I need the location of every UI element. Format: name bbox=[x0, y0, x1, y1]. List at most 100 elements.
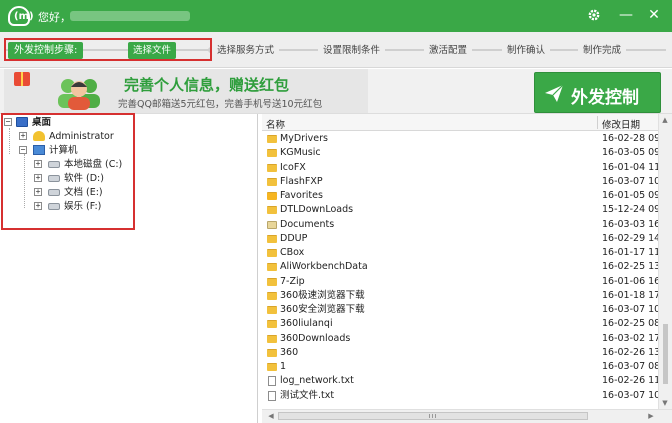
file-name: 360liulanqi bbox=[280, 318, 333, 330]
vertical-scroll-thumb[interactable] bbox=[663, 324, 668, 384]
outbound-control-button[interactable]: 外发控制 bbox=[534, 72, 661, 113]
text-file-icon bbox=[268, 390, 276, 401]
column-header-name[interactable]: 名称 bbox=[266, 117, 285, 131]
file-list-row[interactable]: KGMusic 16-03-05 09: bbox=[262, 146, 658, 160]
paper-plane-icon bbox=[545, 84, 564, 102]
close-button[interactable]: ✕ bbox=[642, 4, 666, 26]
file-modified-date: 16-02-26 13: bbox=[602, 346, 658, 358]
file-name: 7-Zip bbox=[280, 275, 305, 287]
file-list-row[interactable]: 1 16-03-07 08: bbox=[262, 360, 658, 374]
file-list-row[interactable]: 360安全浏览器下载 16-03-07 10: bbox=[262, 303, 658, 317]
documents-folder-icon bbox=[267, 220, 277, 229]
file-modified-date: 16-01-05 09: bbox=[602, 190, 658, 201]
file-modified-date: 16-01-17 11: bbox=[602, 247, 658, 258]
folder-icon bbox=[267, 149, 277, 158]
file-list-header: 名称 修改日期 bbox=[262, 114, 658, 131]
file-modified-date: 16-03-07 08: bbox=[602, 361, 658, 372]
file-list-row[interactable]: CBox 16-01-17 11: bbox=[262, 246, 658, 260]
file-name: AliWorkbenchData bbox=[280, 261, 368, 273]
folder-icon bbox=[267, 291, 277, 300]
scroll-down-arrow-icon[interactable]: ▼ bbox=[658, 397, 672, 409]
horizontal-scroll-thumb[interactable] bbox=[278, 412, 588, 420]
file-list-row[interactable]: Favorites 16-01-05 09: bbox=[262, 189, 658, 203]
file-name: DTLDownLoads bbox=[280, 204, 354, 216]
file-list-row[interactable]: Documents 16-03-03 16: bbox=[262, 218, 658, 232]
column-header-date[interactable]: 修改日期 bbox=[602, 117, 640, 131]
file-modified-date: 16-02-25 08: bbox=[602, 318, 658, 330]
folder-icon bbox=[267, 263, 277, 272]
folder-icon bbox=[267, 348, 277, 357]
minimize-button[interactable]: — bbox=[614, 4, 638, 26]
file-modified-date: 16-03-02 17: bbox=[602, 332, 658, 344]
file-list-row[interactable]: 360 16-02-26 13: bbox=[262, 346, 658, 360]
step-set-limits[interactable]: 设置限制条件 bbox=[318, 42, 386, 59]
step-activate-config[interactable]: 激活配置 bbox=[424, 42, 473, 59]
file-name: CBox bbox=[280, 247, 305, 258]
file-list-row[interactable]: 7-Zip 16-01-06 16: bbox=[262, 275, 658, 289]
folder-icon bbox=[267, 306, 277, 314]
file-list-pane: 名称 修改日期 MyDrivers 16-02-28 09: KGMusic 16-0… bbox=[262, 114, 672, 423]
banner-title: 完善个人信息，赠送红包 bbox=[124, 76, 290, 94]
scroll-left-arrow-icon[interactable]: ◀ bbox=[264, 410, 278, 422]
file-name: log_network.txt bbox=[280, 375, 354, 387]
file-list-row[interactable]: 测试文件.txt 16-03-07 10: bbox=[262, 389, 658, 403]
column-divider[interactable] bbox=[597, 116, 598, 129]
file-name: Documents bbox=[280, 218, 335, 230]
file-name: 360极速浏览器下载 bbox=[280, 289, 365, 301]
file-modified-date: 16-03-07 10: bbox=[602, 389, 658, 401]
file-list-row[interactable]: 360Downloads 16-03-02 17: bbox=[262, 332, 658, 346]
file-modified-date: 16-03-05 09: bbox=[602, 147, 658, 159]
file-modified-date: 16-03-07 10: bbox=[602, 175, 658, 187]
step-select-service[interactable]: 选择服务方式 bbox=[212, 42, 280, 59]
app-logo-icon: (m) bbox=[8, 6, 34, 26]
file-list-row[interactable]: MyDrivers 16-02-28 09: bbox=[262, 132, 658, 146]
folder-icon bbox=[267, 363, 277, 371]
promo-ad[interactable]: 完善个人信息，赠送红包 完善QQ邮箱送5元红包，完善手机号送10元红包 bbox=[4, 69, 368, 113]
greeting-text: 您好， bbox=[38, 11, 71, 24]
file-name: IcoFX bbox=[280, 161, 306, 173]
folder-icon bbox=[267, 277, 277, 286]
step-confirm[interactable]: 制作确认 bbox=[502, 42, 551, 59]
folder-icon bbox=[267, 249, 277, 257]
file-list-row[interactable]: FlashFXP 16-03-07 10: bbox=[262, 175, 658, 189]
file-name: DDUP bbox=[280, 232, 308, 244]
file-modified-date: 16-01-04 11: bbox=[602, 161, 658, 173]
file-name: FlashFXP bbox=[280, 175, 323, 187]
folder-icon bbox=[267, 234, 277, 243]
outbound-control-label: 外发控制 bbox=[571, 88, 639, 108]
file-modified-date: 16-02-26 11: bbox=[602, 375, 658, 387]
file-modified-date: 16-02-28 09: bbox=[602, 133, 658, 144]
file-modified-date: 16-03-07 10: bbox=[602, 304, 658, 315]
scroll-right-arrow-icon[interactable]: ▶ bbox=[644, 410, 658, 422]
file-list-row[interactable]: 360liulanqi 16-02-25 08: bbox=[262, 317, 658, 331]
scroll-grip bbox=[429, 414, 430, 418]
file-name: 360Downloads bbox=[280, 332, 351, 344]
text-file-icon bbox=[268, 376, 276, 387]
file-list-row[interactable]: DTLDownLoads 15-12-24 09: bbox=[262, 203, 658, 217]
promo-banner: 完善个人信息，赠送红包 完善QQ邮箱送5元红包，完善手机号送10元红包 外发控制 bbox=[0, 69, 672, 114]
folder-icon bbox=[267, 135, 277, 143]
file-list-row[interactable]: 360极速浏览器下载 16-01-18 17: bbox=[262, 289, 658, 303]
file-list-row[interactable]: AliWorkbenchData 16-02-25 13: bbox=[262, 260, 658, 274]
file-modified-date: 16-01-06 16: bbox=[602, 275, 658, 287]
scroll-up-arrow-icon[interactable]: ▲ bbox=[658, 114, 672, 126]
logo-text: (m) bbox=[14, 11, 34, 22]
folder-icon bbox=[267, 320, 277, 329]
users-group-icon bbox=[58, 79, 100, 110]
file-modified-date: 16-02-29 14: bbox=[602, 232, 658, 244]
settings-button[interactable] bbox=[582, 4, 606, 26]
title-bar: (m) 您好， — ✕ bbox=[0, 0, 672, 32]
file-modified-date: 16-02-25 13: bbox=[602, 261, 658, 273]
highlight-box-steps bbox=[4, 38, 212, 61]
file-list-row[interactable]: IcoFX 16-01-04 11: bbox=[262, 161, 658, 175]
file-list-row[interactable]: log_network.txt 16-02-26 11: bbox=[262, 374, 658, 388]
file-modified-date: 16-03-03 16: bbox=[602, 218, 658, 230]
file-name: Favorites bbox=[280, 190, 323, 201]
file-name: 360安全浏览器下载 bbox=[280, 304, 365, 315]
file-list-row[interactable]: DDUP 16-02-29 14: bbox=[262, 232, 658, 246]
banner-subtitle: 完善QQ邮箱送5元红包，完善手机号送10元红包 bbox=[118, 99, 323, 110]
step-complete[interactable]: 制作完成 bbox=[578, 42, 627, 59]
file-name: 1 bbox=[280, 361, 287, 372]
highlight-box-tree bbox=[1, 113, 135, 230]
gift-ribbon bbox=[21, 72, 23, 86]
